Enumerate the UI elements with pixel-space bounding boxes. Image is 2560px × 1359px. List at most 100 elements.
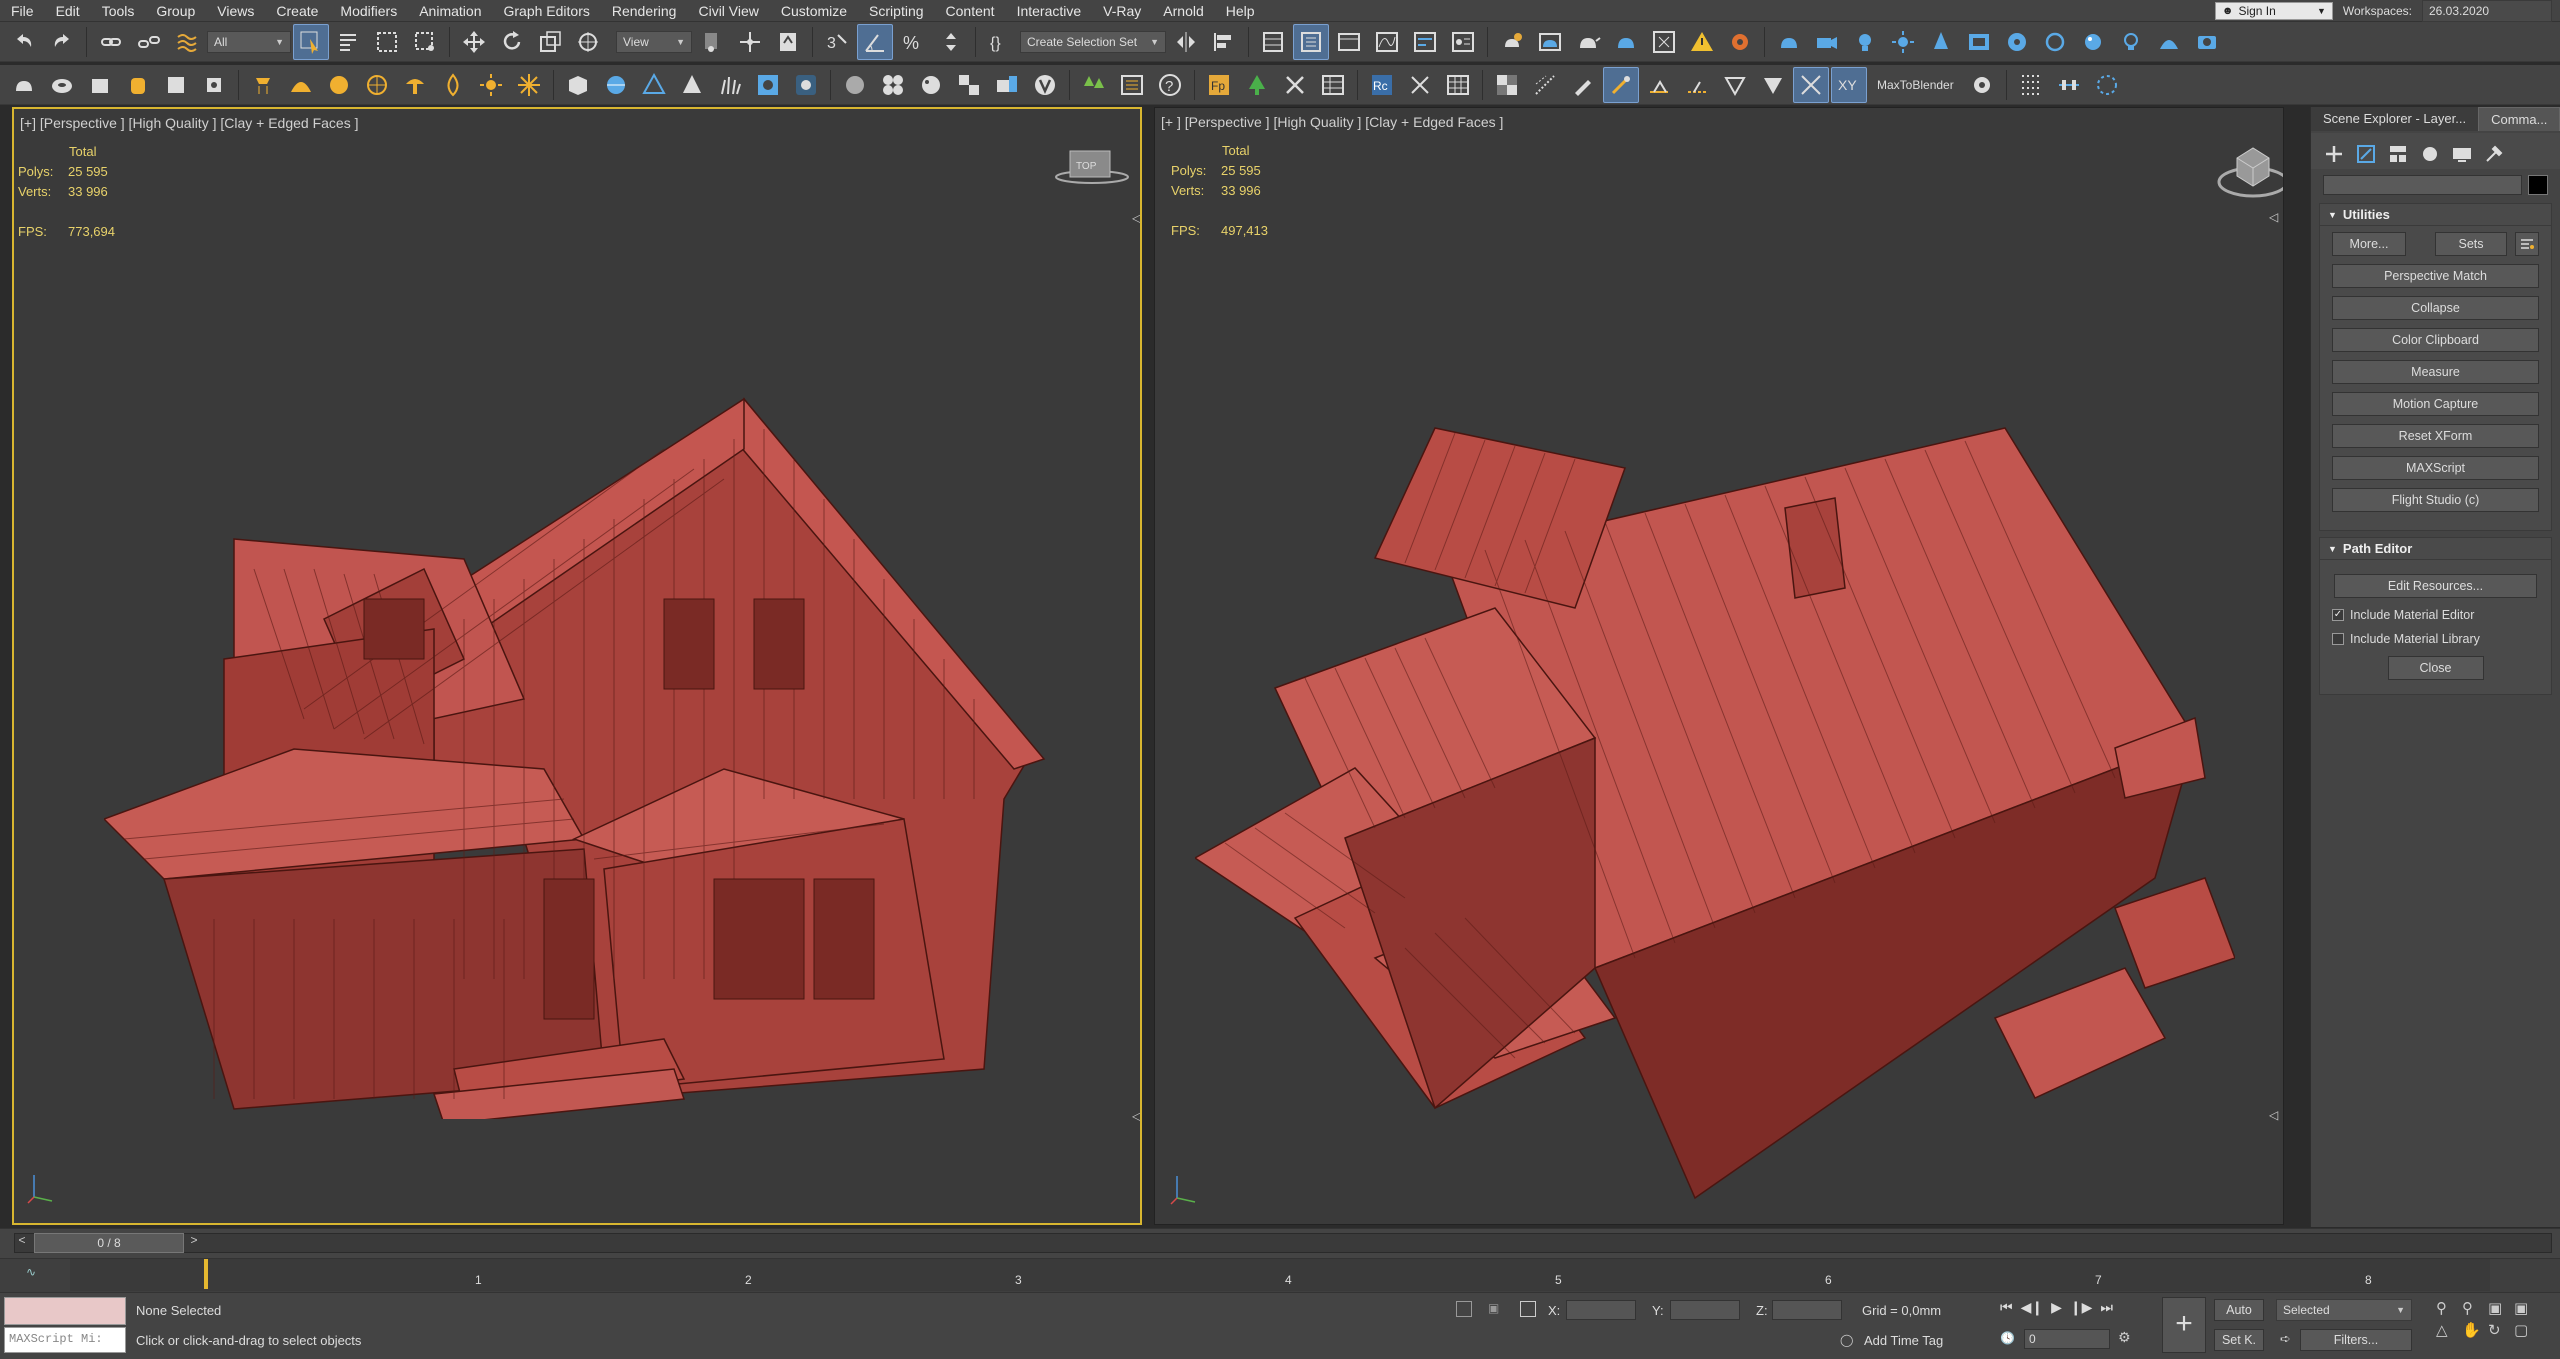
palette-button[interactable] (913, 67, 949, 103)
viewport-perspective-right[interactable]: [+ ] [Perspective ] [High Quality ] [Cla… (1154, 107, 2284, 1225)
ribbon-button[interactable] (1331, 24, 1367, 60)
prev-frame-button[interactable]: < (14, 1233, 30, 1253)
railclone-button[interactable] (1114, 67, 1150, 103)
orbit-icon[interactable]: ↻ (2488, 1321, 2514, 1339)
absolute-mode-button[interactable] (1520, 1301, 1536, 1317)
ruler-dash-button[interactable] (1679, 67, 1715, 103)
edit-named-selection-button[interactable]: {} (982, 24, 1018, 60)
menu-customize[interactable]: Customize (770, 0, 858, 22)
maximize-viewport-icon[interactable]: ▢ (2514, 1321, 2540, 1339)
snaps-toggle-button[interactable]: 3 (819, 24, 855, 60)
time-configuration-button[interactable]: ⚙ (2118, 1329, 2138, 1349)
a360-gallery-button[interactable] (1646, 24, 1682, 60)
tree-button[interactable] (1239, 67, 1275, 103)
reference-coordinate-dropdown[interactable]: View ▼ (616, 30, 692, 53)
cube-wire-button[interactable] (560, 67, 596, 103)
menu-civil-view[interactable]: Civil View (687, 0, 769, 22)
x-coordinate-field[interactable] (1566, 1300, 1636, 1320)
motion-tab-icon[interactable] (2419, 143, 2441, 165)
help-button[interactable]: ? (1152, 67, 1188, 103)
time-slider-track[interactable] (14, 1233, 2552, 1253)
align-button[interactable] (1206, 24, 1242, 60)
starburst-button[interactable] (511, 67, 547, 103)
vray-fur-button[interactable] (1923, 24, 1959, 60)
utilities-tab-icon[interactable] (2483, 143, 2505, 165)
keyboard-shortcut-override-button[interactable] (770, 24, 806, 60)
vray-render-button[interactable] (1771, 24, 1807, 60)
maxscript-listener[interactable] (4, 1297, 126, 1325)
color-clipboard-button[interactable]: Color Clipboard (2332, 328, 2539, 352)
grid-table-button[interactable] (1440, 67, 1476, 103)
vantage-button[interactable] (1027, 67, 1063, 103)
viewport-resize-arrow[interactable]: ◁ (2269, 1108, 2278, 1122)
grip-button[interactable] (196, 67, 232, 103)
close-button[interactable]: Close (2387, 656, 2484, 680)
bind-to-space-warp-button[interactable] (169, 24, 205, 60)
mirror-button[interactable] (1168, 24, 1204, 60)
select-and-link-button[interactable] (93, 24, 129, 60)
render-setup-button[interactable] (1494, 24, 1530, 60)
rendered-frame-window-button[interactable] (1532, 24, 1568, 60)
zoom-extents-all-icon[interactable]: ▣ (2514, 1299, 2540, 1317)
menu-arnold[interactable]: Arnold (1152, 0, 1214, 22)
viewcube-icon[interactable] (2215, 138, 2284, 202)
tab-scene-explorer[interactable]: Scene Explorer - Layer... (2311, 107, 2478, 131)
key-filter-icon[interactable]: ➪ (2280, 1331, 2291, 1347)
set-key-button[interactable]: Set K. (2214, 1329, 2264, 1351)
material-editor-button[interactable] (1445, 24, 1481, 60)
menu-animation[interactable]: Animation (408, 0, 492, 22)
time-config-icon[interactable]: 🕓 (2000, 1331, 2015, 1345)
z-coordinate-field[interactable] (1772, 1300, 1842, 1320)
menu-modifiers[interactable]: Modifiers (329, 0, 408, 22)
menu-file[interactable]: File (0, 0, 45, 22)
move-button[interactable] (456, 24, 492, 60)
auto-key-button[interactable]: Auto (2214, 1299, 2264, 1321)
zoom-all-icon[interactable]: ⚲ (2462, 1299, 2488, 1317)
angle-snap-button[interactable] (857, 23, 893, 60)
menu-create[interactable]: Create (265, 0, 329, 22)
snap-grid-button[interactable] (1527, 67, 1563, 103)
menu-graph-editors[interactable]: Graph Editors (492, 0, 600, 22)
render-in-cloud-button[interactable] (1608, 24, 1644, 60)
menu-group[interactable]: Group (145, 0, 206, 22)
curve-editor-toggle[interactable]: ∿ (26, 1265, 36, 1279)
utilities-rollout-header[interactable]: ▼ Utilities (2320, 204, 2551, 226)
menu-scripting[interactable]: Scripting (858, 0, 934, 22)
sign-in-dropdown[interactable]: ☻ Sign In ▼ (2214, 2, 2333, 20)
checker-button[interactable] (1489, 67, 1525, 103)
ruler-button[interactable] (1641, 67, 1677, 103)
pivot-center-button[interactable] (694, 24, 730, 60)
grass-button[interactable] (712, 67, 748, 103)
geometry-button[interactable] (750, 67, 786, 103)
menu-vray[interactable]: V-Ray (1092, 0, 1152, 22)
add-time-tag[interactable]: Add Time Tag (1864, 1333, 1943, 1348)
xform-button[interactable] (1793, 66, 1829, 103)
curve-editor-button[interactable] (1369, 24, 1405, 60)
geosphere-button[interactable] (359, 67, 395, 103)
isolate-selection-button[interactable] (1456, 1301, 1472, 1317)
fire-button[interactable] (435, 67, 471, 103)
railclone-rc-button[interactable]: Rc (1364, 67, 1400, 103)
placement-button[interactable] (570, 24, 606, 60)
edit-resources-button[interactable]: Edit Resources... (2334, 574, 2537, 598)
motion-capture-button[interactable]: Motion Capture (2332, 392, 2539, 416)
viewport-label[interactable]: [+] [Perspective ] [High Quality ] [Clay… (20, 115, 359, 131)
timeline-ruler[interactable]: 1 2 3 4 5 6 7 8 (70, 1259, 2490, 1291)
collapse-button[interactable]: Collapse (2332, 296, 2539, 320)
vray-light-button[interactable] (1847, 24, 1883, 60)
viewport-resize-arrow[interactable]: ◁ (1132, 1109, 1140, 1123)
house-model-top[interactable] (1195, 318, 2235, 1208)
cone-button[interactable] (674, 67, 710, 103)
zoom-icon[interactable]: ⚲ (2436, 1299, 2462, 1317)
schematic-view-button[interactable] (1407, 24, 1443, 60)
sphere-map-button[interactable] (598, 67, 634, 103)
unlink-button[interactable] (131, 24, 167, 60)
play-icon[interactable]: ▶ (2051, 1299, 2062, 1316)
select-by-name-button[interactable] (331, 24, 367, 60)
vray-env-button[interactable] (2151, 24, 2187, 60)
menu-interactive[interactable]: Interactive (1006, 0, 1093, 22)
menu-help[interactable]: Help (1215, 0, 1266, 22)
reset-xform-button[interactable]: Reset XForm (2332, 424, 2539, 448)
tube-button[interactable] (120, 67, 156, 103)
teapot-create-button[interactable] (6, 67, 42, 103)
